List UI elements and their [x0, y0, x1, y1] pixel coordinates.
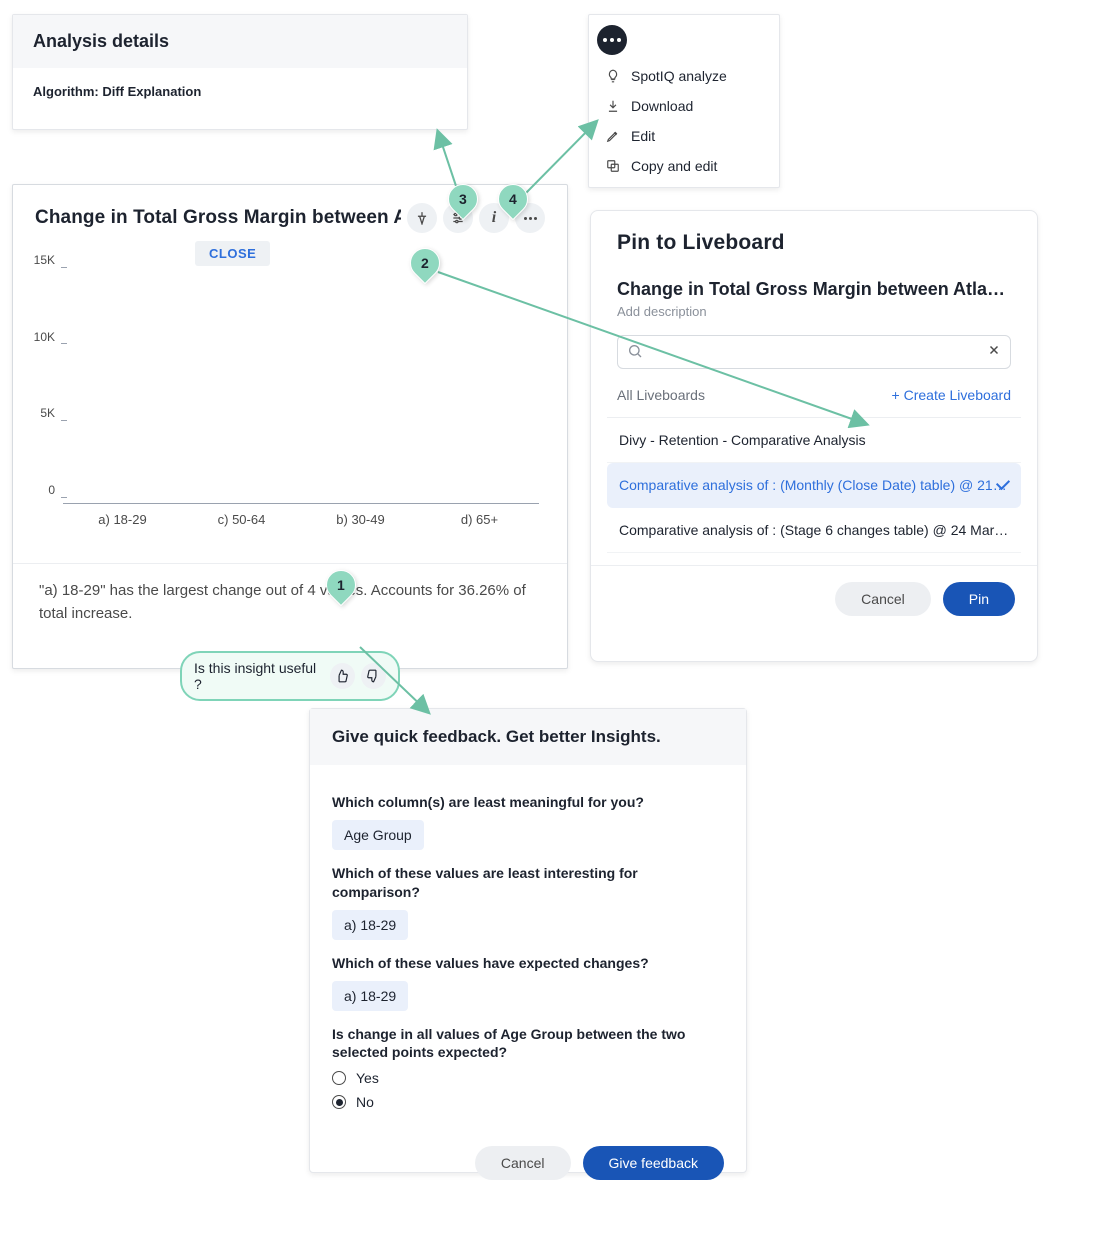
- fb-chip-q3[interactable]: a) 18-29: [332, 981, 408, 1011]
- cancel-button[interactable]: Cancel: [835, 582, 931, 616]
- pencil-icon: [605, 128, 621, 144]
- radio-no-label: No: [356, 1094, 374, 1110]
- create-liveboard-link[interactable]: + Create Liveboard: [892, 387, 1011, 403]
- menu-item-spotiq-analyze[interactable]: SpotIQ analyze: [589, 61, 779, 91]
- settings-sliders-icon[interactable]: [443, 203, 473, 233]
- give-feedback-button[interactable]: Give feedback: [583, 1146, 725, 1180]
- copy-icon: [605, 158, 621, 174]
- insight-chart-card: Change in Total Gross Margin between Atl…: [12, 184, 568, 669]
- y-axis: 05K10K15K: [25, 274, 59, 504]
- liveboard-item[interactable]: Divy - Retention - Comparative Analysis: [607, 418, 1021, 463]
- liveboard-item[interactable]: Comparative analysis of : (Monthly (Clos…: [607, 463, 1021, 508]
- clear-icon[interactable]: [987, 343, 1001, 362]
- menu-item-label: Edit: [631, 128, 655, 144]
- x-tick-label: a) 18-29: [63, 512, 182, 527]
- pin-button[interactable]: Pin: [943, 582, 1015, 616]
- analysis-algorithm: Algorithm: Diff Explanation: [13, 68, 467, 115]
- x-axis-labels: a) 18-29c) 50-64b) 30-49d) 65+: [63, 512, 539, 527]
- fb-question-4: Is change in all values of Age Group bet…: [332, 1025, 724, 1063]
- feedback-prompt: Is this insight useful ?: [194, 660, 324, 692]
- menu-item-copy-and-edit[interactable]: Copy and edit: [589, 151, 779, 181]
- fb-chip-q2[interactable]: a) 18-29: [332, 910, 408, 940]
- lightbulb-icon: [605, 68, 621, 84]
- feedback-cancel-button[interactable]: Cancel: [475, 1146, 571, 1180]
- analysis-details-header: Analysis details: [13, 15, 467, 68]
- search-icon: [627, 343, 643, 364]
- pin-to-liveboard-dialog: Pin to Liveboard Change in Total Gross M…: [590, 210, 1038, 662]
- radio-yes[interactable]: Yes: [332, 1070, 724, 1086]
- info-icon[interactable]: i: [479, 203, 509, 233]
- thumbs-down-icon[interactable]: [361, 663, 386, 689]
- chart-toolbar: i: [401, 203, 545, 233]
- all-liveboards-label: All Liveboards: [617, 387, 705, 403]
- radio-yes-label: Yes: [356, 1070, 379, 1086]
- y-tick: 5K: [25, 413, 59, 427]
- liveboard-search-input[interactable]: [617, 335, 1011, 369]
- thumbs-up-icon[interactable]: [330, 663, 355, 689]
- pin-answer-title: Change in Total Gross Margin between Atl…: [617, 279, 1011, 300]
- radio-no[interactable]: No: [332, 1094, 724, 1110]
- analysis-details-panel: Analysis details Algorithm: Diff Explana…: [12, 14, 468, 130]
- fb-question-3: Which of these values have expected chan…: [332, 954, 724, 973]
- x-tick-label: c) 50-64: [182, 512, 301, 527]
- pin-dialog-header: Pin to Liveboard: [591, 211, 1037, 265]
- pin-icon[interactable]: [407, 203, 437, 233]
- feedback-header: Give quick feedback. Get better Insights…: [310, 709, 746, 765]
- y-tick: 10K: [25, 337, 59, 351]
- menu-item-edit[interactable]: Edit: [589, 121, 779, 151]
- insight-feedback-bar: Is this insight useful ?: [180, 651, 400, 701]
- download-icon: [605, 98, 621, 114]
- menu-item-label: Download: [631, 98, 693, 114]
- x-tick-label: b) 30-49: [301, 512, 420, 527]
- feedback-dialog: Give quick feedback. Get better Insights…: [309, 708, 747, 1173]
- x-tick-label: d) 65+: [420, 512, 539, 527]
- liveboard-list: Divy - Retention - Comparative AnalysisC…: [607, 417, 1021, 553]
- add-description-link[interactable]: Add description: [617, 304, 1011, 319]
- y-tick: 0: [25, 490, 59, 504]
- insight-summary: "a) 18-29" has the largest change out of…: [13, 564, 567, 641]
- menu-item-label: Copy and edit: [631, 158, 717, 174]
- close-button[interactable]: CLOSE: [195, 241, 270, 266]
- fb-question-1: Which column(s) are least meaningful for…: [332, 793, 724, 812]
- menu-item-label: SpotIQ analyze: [631, 68, 727, 84]
- menu-item-download[interactable]: Download: [589, 91, 779, 121]
- fb-chip-age-group[interactable]: Age Group: [332, 820, 424, 850]
- liveboard-search: [617, 335, 1011, 369]
- chart-bars: [63, 274, 539, 504]
- y-tick: 15K: [25, 260, 59, 274]
- fb-question-2: Which of these values are least interest…: [332, 864, 724, 902]
- x-axis-line: [63, 503, 539, 504]
- more-menu: SpotIQ analyze Download Edit Copy and edit: [588, 14, 780, 188]
- more-options-icon[interactable]: [515, 203, 545, 233]
- liveboard-item[interactable]: Comparative analysis of : (Stage 6 chang…: [607, 508, 1021, 553]
- chart-plot: 05K10K15K: [63, 274, 539, 504]
- more-icon[interactable]: [597, 25, 627, 55]
